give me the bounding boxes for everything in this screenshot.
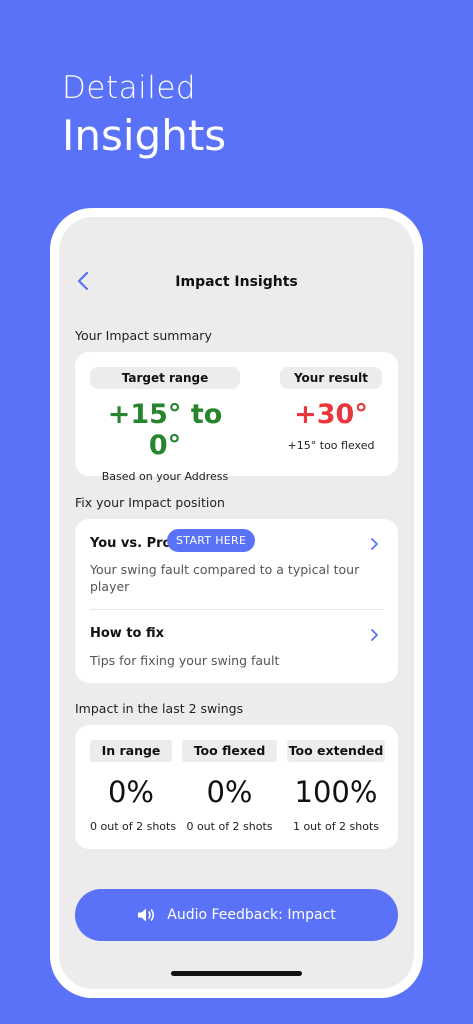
chevron-right-icon [371, 629, 378, 641]
stat-in-range: In range 0% 0 out of 2 shots [90, 740, 177, 833]
audio-feedback-label: Audio Feedback: Impact [167, 907, 336, 923]
stat-subtext: 1 out of 2 shots [292, 820, 380, 833]
target-range-note: Based on your Address [101, 470, 229, 483]
stat-subtext: 0 out of 2 shots [186, 820, 273, 833]
stat-subtext: 0 out of 2 shots [90, 820, 177, 833]
fix-card: You vs. Pro START HERE Your swing fault … [75, 519, 398, 683]
stat-value: 100% [294, 775, 378, 809]
stat-too-extended: Too extended 100% 1 out of 2 shots [287, 740, 385, 833]
how-to-fix-title: How to fix [90, 626, 165, 641]
app-screen: Impact Insights Your Impact summary Targ… [59, 217, 414, 989]
target-range-value: +15° to 0° [107, 399, 223, 461]
phone-frame: Impact Insights Your Impact summary Targ… [50, 208, 423, 998]
your-result-block: Your result +30° +15° too flexed [280, 367, 382, 452]
target-range-block: Target range +15° to 0° Based on your Ad… [90, 367, 240, 483]
stat-label: In range [90, 740, 172, 762]
nav-bar: Impact Insights [59, 265, 414, 305]
stat-value: 0% [206, 775, 253, 809]
page-title: Impact Insights [175, 274, 298, 290]
your-result-note: +15° too flexed [287, 439, 375, 452]
fix-section-label: Fix your Impact position [75, 495, 225, 510]
how-to-fix-row[interactable]: How to fix Tips for fixing your swing fa… [75, 610, 398, 683]
promo-line-1: Detailed [62, 70, 197, 106]
home-indicator [171, 971, 302, 976]
stat-value: 0% [107, 775, 154, 809]
stats-card: In range 0% 0 out of 2 shots Too flexed … [75, 725, 398, 849]
start-here-badge: START HERE [167, 529, 256, 552]
promo-line-2: Insights [62, 111, 227, 160]
how-to-fix-description: Tips for fixing your swing fault [90, 653, 280, 668]
audio-feedback-button[interactable]: Audio Feedback: Impact [75, 889, 398, 941]
stat-label: Too extended [287, 740, 385, 762]
stat-too-flexed: Too flexed 0% 0 out of 2 shots [182, 740, 277, 833]
promo-heading: Detailed Insights [62, 68, 226, 164]
you-vs-pro-description: Your swing fault compared to a typical t… [90, 562, 360, 594]
summary-card: Target range +15° to 0° Based on your Ad… [75, 352, 398, 483]
you-vs-pro-row[interactable]: You vs. Pro START HERE Your swing fault … [75, 519, 398, 609]
speaker-icon [138, 908, 155, 922]
your-result-label: Your result [280, 367, 382, 389]
stat-label: Too flexed [182, 740, 277, 762]
you-vs-pro-title: You vs. Pro [90, 536, 172, 551]
summary-section-label: Your Impact summary [75, 328, 212, 343]
your-result-value: +30° [294, 399, 368, 430]
stats-section-label: Impact in the last 2 swings [75, 701, 244, 716]
chevron-right-icon [371, 538, 378, 550]
target-range-label: Target range [90, 367, 240, 389]
